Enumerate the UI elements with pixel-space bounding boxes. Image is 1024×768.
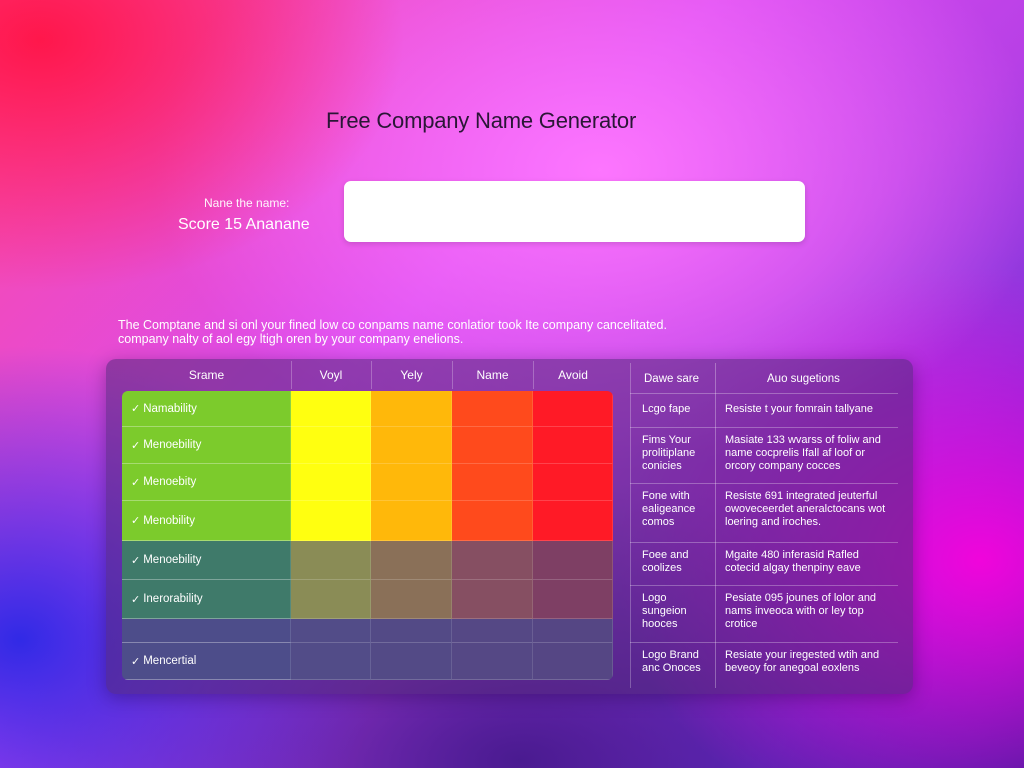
grid-row-label: ✓ Menoebility xyxy=(122,427,291,464)
suggestion-name: Fone with ealigeance comos xyxy=(642,490,696,528)
suggestion-name: Logo Brand anc Onoces xyxy=(642,649,701,674)
suggestion-row[interactable]: Fone with ealigeance comos Resiste 691 in… xyxy=(630,483,898,542)
suggestion-row[interactable]: Lcgo fape Resiste t your fomrain tallyane xyxy=(630,393,898,427)
company-name-input[interactable] xyxy=(344,181,805,242)
grid-row: ✓ Mencertial xyxy=(122,643,613,680)
grid-header-srame: Srame xyxy=(188,368,225,382)
grid-row: ✓ Menoebility xyxy=(122,541,613,580)
grid-cell xyxy=(452,619,533,643)
suggestion-name: Foee and coolizes xyxy=(642,549,689,574)
page-title: Free Company Name Generator xyxy=(326,108,637,133)
results-panel: Srame Voyl Yely Name Avoid ✓ Namability ✓ M… xyxy=(106,359,913,694)
grid-row-label: ✓ Menobility xyxy=(122,501,291,541)
grid-header-voyl: Voyl xyxy=(319,368,343,382)
grid-cell xyxy=(371,464,452,501)
suggestion-row[interactable]: Logo sungeion hooces Pesiate 095 jounes o… xyxy=(630,585,898,642)
suggestions-header-name: Dawe sare xyxy=(644,373,699,385)
check-icon: ✓ xyxy=(131,554,141,567)
grid-row-label-text: Namability xyxy=(143,402,197,415)
grid-cell xyxy=(291,391,371,427)
grid-cell xyxy=(452,643,533,680)
grid-row-label xyxy=(122,619,291,643)
grid-row-label-text: Menoebity xyxy=(143,476,197,488)
suggestion-name: Logo sungeion hooces xyxy=(642,592,687,630)
suggestion-name: Lcgo fape xyxy=(642,403,691,415)
check-icon: ✓ xyxy=(131,403,141,415)
grid-row-label: ✓ Menoebity xyxy=(122,464,291,501)
grid-cell xyxy=(371,427,452,464)
grid-row: ✓ Inerorability xyxy=(122,580,613,619)
grid-cell xyxy=(291,501,371,541)
grid-cell xyxy=(291,619,371,643)
grid-row: ✓ Menoebility xyxy=(122,427,613,464)
check-icon: ✓ xyxy=(131,476,141,489)
grid-cell xyxy=(452,464,533,501)
grid-cell xyxy=(291,541,371,580)
score-grid: ✓ Namability ✓ Menoebility ✓ Menoebity ✓ Menobi… xyxy=(122,391,613,680)
grid-cell xyxy=(291,580,371,619)
grid-cell xyxy=(452,541,533,580)
grid-row-label: ✓ Namability xyxy=(122,391,291,427)
grid-header-yely: Yely xyxy=(400,368,423,382)
grid-cell xyxy=(533,619,613,643)
check-icon: ✓ xyxy=(131,593,141,606)
grid-cell xyxy=(452,427,533,464)
grid-cell xyxy=(291,643,371,680)
grid-cell xyxy=(533,643,613,680)
grid-cell xyxy=(291,427,371,464)
suggestion-text: Resiste t your fomrain tallyane xyxy=(725,403,873,415)
grid-row-label-text: Menobility xyxy=(143,514,195,527)
grid-row: ✓ Namability xyxy=(122,391,613,427)
grid-header-avoid: Avoid xyxy=(558,368,588,382)
suggestion-text: Masiate 133 wvarss of foliw and name coc… xyxy=(725,434,881,472)
grid-cell xyxy=(533,464,613,501)
grid-row-label: ✓ Menoebility xyxy=(122,541,291,580)
grid-cell xyxy=(452,391,533,427)
check-icon: ✓ xyxy=(131,655,141,668)
grid-cell xyxy=(533,501,613,541)
grid-cell xyxy=(533,541,613,580)
suggestion-text: Resiste 691 integrated jeuterful owovece… xyxy=(725,490,886,528)
score-grid-header: Srame Voyl Yely Name Avoid xyxy=(122,359,613,391)
grid-cell xyxy=(291,464,371,501)
grid-row: ✓ Menoebity xyxy=(122,464,613,501)
grid-row-label-text: Menoebility xyxy=(143,554,202,566)
grid-cell xyxy=(371,619,452,643)
grid-cell xyxy=(452,580,533,619)
page-background: Free Company Name Generator Nane the nam… xyxy=(0,0,1024,768)
grid-cell xyxy=(371,541,452,580)
suggestions-header-suggestions: Auo sugetions xyxy=(767,373,840,385)
suggestion-text: Pesiate 095 jounes of lolor and nams inv… xyxy=(725,592,877,630)
grid-row: ✓ Menobility xyxy=(122,501,613,541)
suggestion-row[interactable]: Fims Your prolitiplane conicies Masiate 1… xyxy=(630,427,898,483)
grid-cell xyxy=(371,391,452,427)
score-label: Score 15 Ananane xyxy=(178,216,310,233)
check-icon: ✓ xyxy=(131,515,141,527)
description-line-1: The Comptane and si onl your fined low c… xyxy=(118,318,667,332)
grid-row-label: ✓ Inerorability xyxy=(122,580,291,619)
grid-cell xyxy=(533,427,613,464)
check-icon: ✓ xyxy=(131,439,141,452)
grid-cell xyxy=(371,580,452,619)
suggestions-table: Dawe sare Auo sugetions Lcgo fape Resiste… xyxy=(630,359,913,694)
name-label: Nane the name: xyxy=(204,196,290,210)
grid-row-label-text: Mencertial xyxy=(143,655,197,667)
description-line-2: company nalty of aol egy ltigh oren by y… xyxy=(118,332,464,346)
suggestion-row[interactable]: Logo Brand anc Onoces Resiate your ireges… xyxy=(630,642,898,690)
grid-cell xyxy=(371,643,452,680)
grid-cell xyxy=(371,501,452,541)
grid-row-label: ✓ Mencertial xyxy=(122,643,291,680)
suggestion-row[interactable]: Foee and coolizes Mgaite 480 inferasid Ra… xyxy=(630,542,898,585)
grid-row-label-text: Inerorability xyxy=(143,593,203,605)
grid-header-name: Name xyxy=(476,368,509,382)
suggestion-text: Resiate your iregested wtih and beveoy f… xyxy=(725,649,880,674)
grid-cell xyxy=(452,501,533,541)
description: The Comptane and si onl your fined low c… xyxy=(118,318,718,346)
grid-cell xyxy=(533,580,613,619)
suggestion-name: Fims Your prolitiplane conicies xyxy=(642,434,696,472)
grid-row-label-text: Menoebility xyxy=(143,439,202,451)
suggestion-text: Mgaite 480 inferasid Rafled cotecid alga… xyxy=(725,549,861,574)
grid-row xyxy=(122,619,613,643)
grid-cell xyxy=(533,391,613,427)
